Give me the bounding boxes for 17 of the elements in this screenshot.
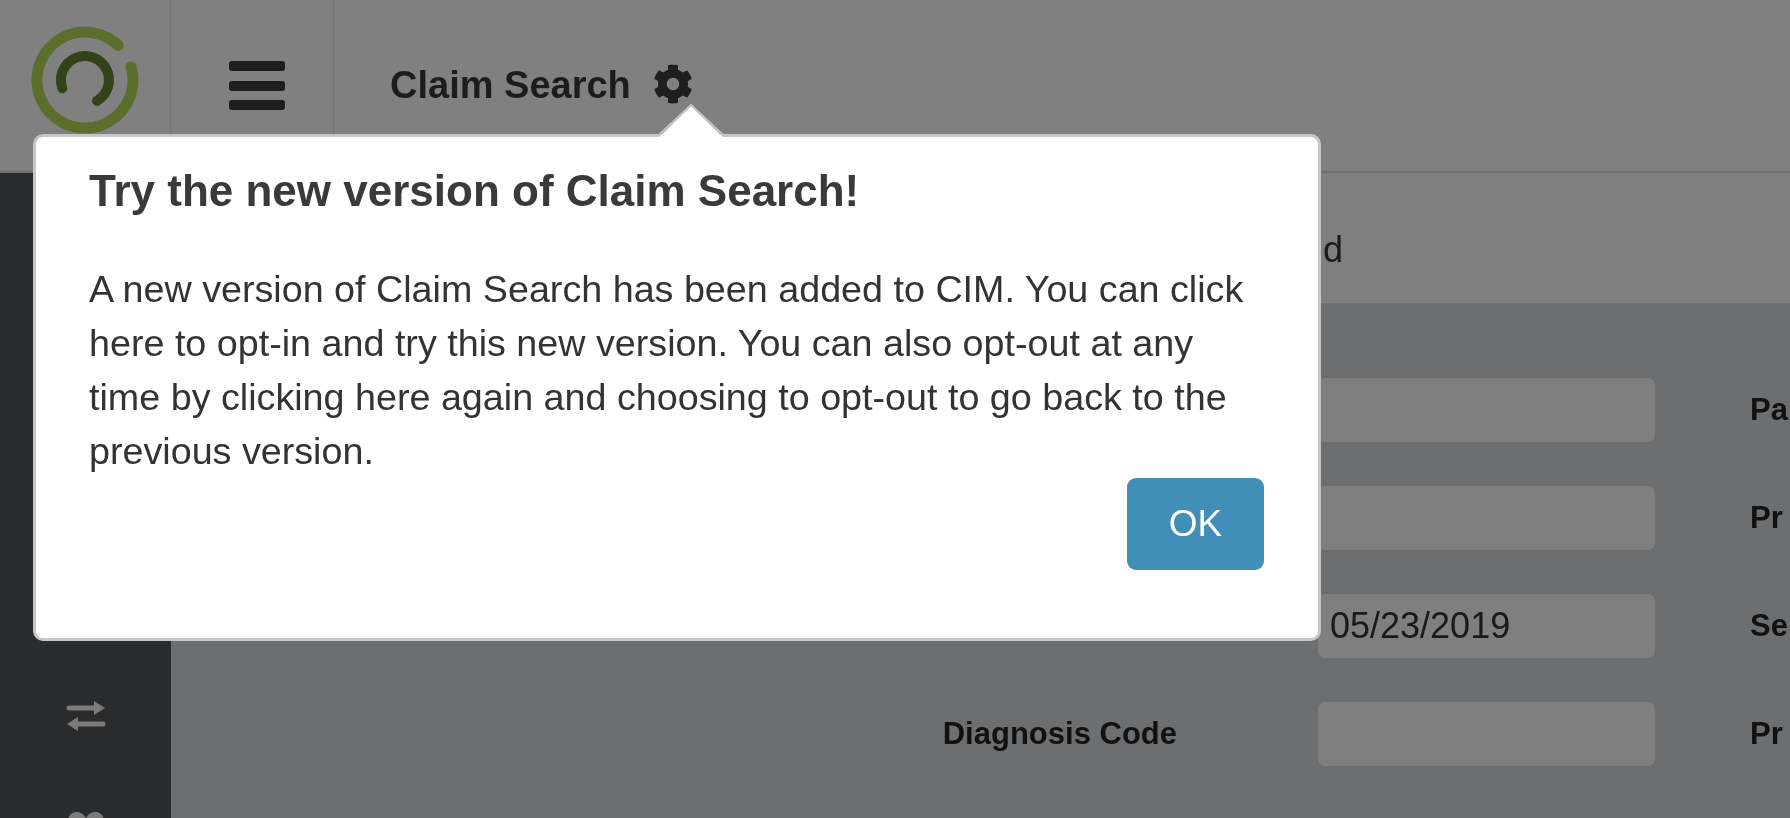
field-label: Se	[1750, 608, 1788, 644]
page-title: Claim Search	[390, 62, 631, 108]
dialog-title: Try the new version of Claim Search!	[89, 165, 860, 217]
date-field[interactable]: 05/23/2019	[1318, 594, 1655, 658]
exchange-arrows-icon[interactable]	[65, 700, 106, 732]
swirl-logo-icon	[30, 26, 140, 134]
field-label: Pa	[1750, 392, 1788, 428]
input-field[interactable]	[1318, 378, 1655, 442]
input-field[interactable]	[1318, 486, 1655, 550]
field-label: Diagnosis Code	[942, 716, 1177, 752]
dialog-message: A new version of Claim Search has been added to CIM. You can click here to opt-in and try this new version. You can also opt-out at any time by clicking here again and choosing to opt-out to go back to the previous version.	[89, 267, 1245, 474]
field-label: Pr	[1750, 716, 1783, 752]
menu-icon[interactable]	[229, 61, 285, 110]
field-label: Pr	[1750, 500, 1783, 536]
tab[interactable]: d	[1323, 228, 1344, 272]
ok-button[interactable]: OK	[1127, 478, 1264, 570]
settings-icon[interactable]	[652, 63, 693, 104]
